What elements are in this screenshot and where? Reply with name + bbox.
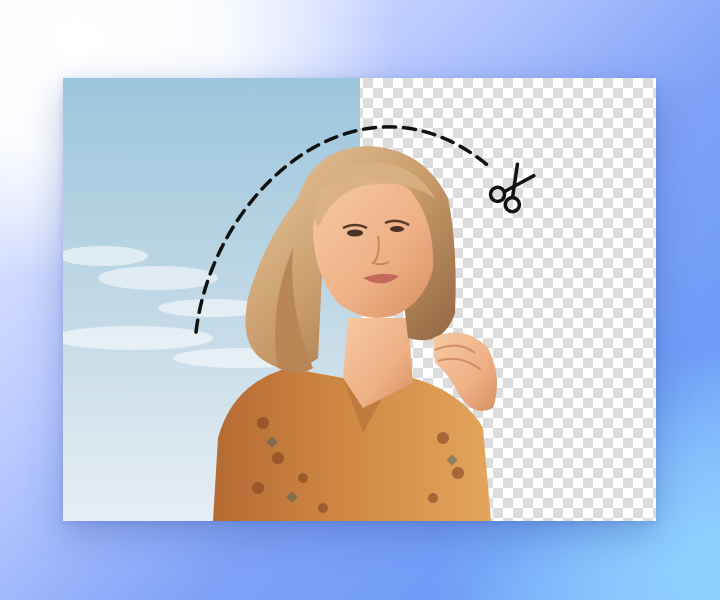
background-removal-preview: [63, 78, 656, 521]
promo-stage: [0, 0, 720, 600]
preview-canvas: [63, 78, 656, 521]
